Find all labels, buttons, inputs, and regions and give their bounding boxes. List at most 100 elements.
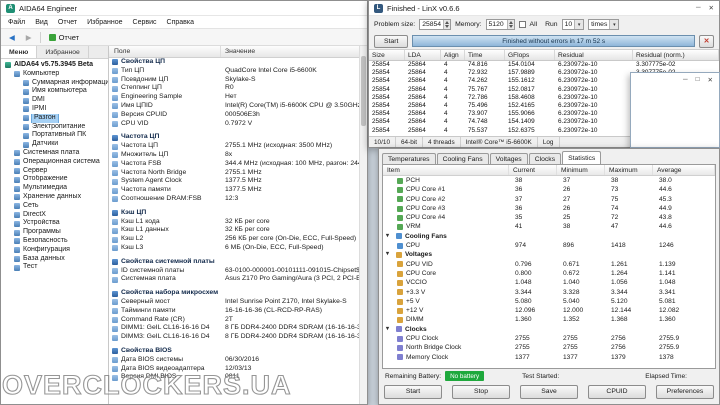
- sst-column-0[interactable]: Item: [383, 165, 509, 175]
- column-header-value[interactable]: Значение: [221, 46, 359, 57]
- list-row[interactable]: Дата BIOS видеоадаптера 12/03/13: [109, 365, 359, 374]
- column-header-field[interactable]: Поле: [109, 46, 221, 57]
- sst-tab-clocks[interactable]: Clocks: [528, 153, 562, 164]
- list-section-header[interactable]: Частота ЦП: [109, 133, 359, 142]
- tree-item-17[interactable]: Устройства: [1, 219, 108, 228]
- sst-data-row[interactable]: CPU Core #1 36 26 73 44.6: [383, 185, 715, 194]
- spinner-arrows-icon[interactable]: [443, 20, 451, 29]
- tree-item-5[interactable]: Разгон: [1, 113, 108, 123]
- sst-button-save[interactable]: Save: [520, 384, 578, 399]
- sst-column-1[interactable]: Current: [509, 165, 557, 175]
- sst-data-row[interactable]: CPU VID 0.796 0.671 1.261 1.139: [383, 260, 715, 269]
- sst-tab-cooling-fans[interactable]: Cooling Fans: [436, 153, 489, 164]
- linx-table-row[interactable]: 25854 25864 4 74.816 154.0104 6.230972e-10 3.3…: [369, 61, 719, 69]
- run-count-select[interactable]: 10 ▾: [561, 19, 585, 30]
- list-row[interactable]: Частота памяти 1377.5 MHz: [109, 186, 359, 195]
- scrollbar[interactable]: [359, 46, 367, 404]
- sst-data-row[interactable]: +5 V 5.080 5.040 5.120 5.081: [383, 297, 715, 306]
- list-section-header[interactable]: Кэш ЦП: [109, 209, 359, 218]
- list-row[interactable]: Кэш L3 6 МБ (On-Die, ECC, Full-Speed): [109, 244, 359, 253]
- list-row[interactable]: Кэш L1 кода 32 КБ per core: [109, 218, 359, 227]
- tree-item-2[interactable]: Имя компьютера: [1, 87, 108, 96]
- sst-group-row[interactable]: ▾ Clocks: [383, 325, 715, 334]
- menu-item-1[interactable]: Вид: [35, 19, 48, 26]
- scrollbar-thumb[interactable]: [361, 56, 366, 126]
- list-row[interactable]: Частота FSB 344.4 MHz (исходная: 100 MHz,…: [109, 160, 359, 169]
- minimize-icon[interactable]: ─: [683, 76, 688, 84]
- linx-column-5[interactable]: Residual: [555, 50, 633, 60]
- list-row[interactable]: Частота ЦП 2755.1 MHz (исходная: 3500 MHz…: [109, 142, 359, 151]
- sst-tab-statistics[interactable]: Statistics: [562, 151, 602, 164]
- linx-column-2[interactable]: Align: [441, 50, 465, 60]
- background-window[interactable]: ─ □ ✕: [630, 72, 720, 148]
- list-row[interactable]: Псевдоним ЦП Skylake-S: [109, 76, 359, 85]
- list-row[interactable]: Тип ЦП QuadCore Intel Core i5-6600K: [109, 67, 359, 76]
- tree-item-14[interactable]: Хранение данных: [1, 193, 108, 202]
- sst-tab-temperatures[interactable]: Temperatures: [382, 153, 436, 164]
- spinner-arrows-icon[interactable]: [506, 20, 514, 29]
- list-row[interactable]: Частота North Bridge 2755.1 MHz: [109, 169, 359, 178]
- tree-root[interactable]: AIDA64 v5.75.3945 Beta: [1, 61, 108, 70]
- sst-data-row[interactable]: VRM 41 38 47 44.6: [383, 222, 715, 231]
- sst-group-row[interactable]: ▾ Cooling Fans: [383, 232, 715, 241]
- linx-column-1[interactable]: LDA: [405, 50, 441, 60]
- sst-button-preferences[interactable]: Preferences: [656, 384, 714, 399]
- sst-data-row[interactable]: CPU Clock 2755 2755 2756 2755.9: [383, 334, 715, 343]
- tree-item-19[interactable]: Безопасность: [1, 237, 108, 246]
- sst-data-row[interactable]: North Bridge Clock 2755 2755 2756 2755.9: [383, 343, 715, 352]
- times-select[interactable]: times ▾: [588, 19, 620, 30]
- sst-data-row[interactable]: CPU Core #3 36 26 74 44.9: [383, 204, 715, 213]
- tree-item-16[interactable]: DirectX: [1, 211, 108, 220]
- menu-item-3[interactable]: Избранное: [87, 19, 122, 26]
- sst-button-start[interactable]: Start: [384, 384, 442, 399]
- list-row[interactable]: Северный мост Intel Sunrise Point Z170, I…: [109, 298, 359, 307]
- linx-stop-button[interactable]: ✕: [699, 34, 714, 48]
- list-row[interactable]: Версия CPUID 000506E3h: [109, 111, 359, 120]
- menu-item-5[interactable]: Справка: [167, 19, 194, 26]
- report-button[interactable]: Отчет: [46, 32, 83, 43]
- forward-button[interactable]: ▶: [23, 32, 35, 43]
- sst-tab-voltages[interactable]: Voltages: [489, 153, 528, 164]
- list-section-header[interactable]: Свойства BIOS: [109, 347, 359, 356]
- list-row[interactable]: ID системной платы 63-0100-000001-0010111…: [109, 267, 359, 276]
- list-row[interactable]: Кэш L1 данных 32 КБ per core: [109, 226, 359, 235]
- linx-titlebar[interactable]: L Finished - LinX v0.6.6 ─ ✕: [369, 1, 719, 16]
- tree-item-18[interactable]: Программы: [1, 228, 108, 237]
- tree-item-20[interactable]: Конфигурация: [1, 246, 108, 255]
- list-row[interactable]: Кэш L2 256 КБ per core (On-Die, ECC, Full…: [109, 235, 359, 244]
- aida64-titlebar[interactable]: A AIDA64 Engineer: [1, 1, 367, 16]
- list-row[interactable]: DIMM3: GeIL CL16-16-16 D4 8 ГБ DDR4-2400 …: [109, 333, 359, 342]
- all-checkbox[interactable]: [518, 21, 526, 28]
- tree-item-10[interactable]: Операционная система: [1, 158, 108, 167]
- list-row[interactable]: Версия DMI BIOS 0811: [109, 373, 359, 382]
- sst-column-3[interactable]: Maximum: [605, 165, 653, 175]
- menu-item-4[interactable]: Сервис: [133, 19, 157, 26]
- tree-item-21[interactable]: База данных: [1, 255, 108, 264]
- sst-button-cpuid[interactable]: CPUID: [588, 384, 646, 399]
- list-section-header[interactable]: Свойства набора микросхем: [109, 289, 359, 298]
- sidebar-tab-1[interactable]: Избранное: [37, 46, 89, 58]
- tree-item-12[interactable]: Отображение: [1, 175, 108, 184]
- list-row[interactable]: Соотношение DRAM:FSB 12:3: [109, 195, 359, 204]
- sst-data-row[interactable]: CPU Core 0.800 0.672 1.264 1.141: [383, 269, 715, 278]
- list-row[interactable]: Степпинг ЦП R0: [109, 84, 359, 93]
- close-icon[interactable]: ✕: [709, 4, 714, 12]
- sst-data-row[interactable]: VCCIO 1.048 1.040 1.056 1.048: [383, 278, 715, 287]
- sst-column-2[interactable]: Minimum: [557, 165, 605, 175]
- tree-item-4[interactable]: IPMI: [1, 105, 108, 114]
- tree-item-22[interactable]: Тест: [1, 263, 108, 272]
- sst-button-stop[interactable]: Stop: [452, 384, 510, 399]
- list-section-header[interactable]: Свойства системной платы: [109, 258, 359, 267]
- minimize-icon[interactable]: ─: [696, 4, 701, 12]
- sidebar-tab-0[interactable]: Меню: [1, 46, 38, 58]
- list-row[interactable]: Engineering Sample Нет: [109, 93, 359, 102]
- close-icon[interactable]: ✕: [708, 76, 713, 84]
- list-row[interactable]: Системная плата Asus Z170 Pro Gaming/Aura…: [109, 275, 359, 284]
- sst-data-row[interactable]: +12 V 12.096 12.000 12.144 12.082: [383, 306, 715, 315]
- list-row[interactable]: CPU VID 0.7972 V: [109, 120, 359, 129]
- sst-data-row[interactable]: CPU 974 896 1418 1246: [383, 241, 715, 250]
- list-row[interactable]: System Agent Clock 1377.5 MHz: [109, 177, 359, 186]
- linx-column-4[interactable]: GFlops: [505, 50, 555, 60]
- sst-data-row[interactable]: +3.3 V 3.344 3.328 3.344 3.341: [383, 288, 715, 297]
- sst-data-row[interactable]: PCH 38 37 38 38.0: [383, 176, 715, 185]
